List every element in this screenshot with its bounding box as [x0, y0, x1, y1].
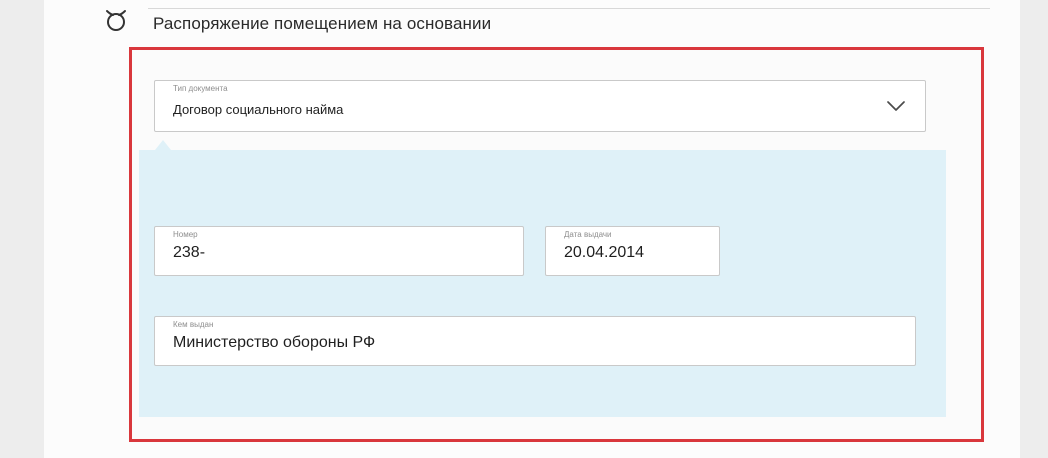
chevron-down-icon[interactable] — [887, 99, 905, 111]
section-title: Распоряжение помещением на основании — [153, 14, 492, 33]
issued-by-label: Кем выдан — [173, 320, 214, 329]
issue-date-label: Дата выдачи — [564, 230, 612, 239]
document-type-value: Договор социального найма — [173, 102, 344, 117]
section-divider — [148, 8, 990, 9]
dropdown-toggle-icon[interactable] — [103, 6, 129, 32]
number-label: Номер — [173, 230, 198, 239]
issued-by-field[interactable]: Кем выдан Министерство обороны РФ — [154, 316, 916, 366]
issued-by-value: Министерство обороны РФ — [173, 334, 376, 351]
document-type-label: Тип документа — [173, 84, 228, 93]
issue-date-field[interactable]: Дата выдачи 20.04.2014 — [545, 226, 720, 276]
number-field[interactable]: Номер 238- — [154, 226, 524, 276]
document-details-panel — [139, 150, 946, 417]
document-type-select[interactable]: Тип документа Договор социального найма — [154, 80, 926, 132]
panel-pointer — [155, 140, 171, 150]
issue-date-value: 20.04.2014 — [564, 244, 645, 261]
number-value: 238- — [173, 244, 206, 261]
